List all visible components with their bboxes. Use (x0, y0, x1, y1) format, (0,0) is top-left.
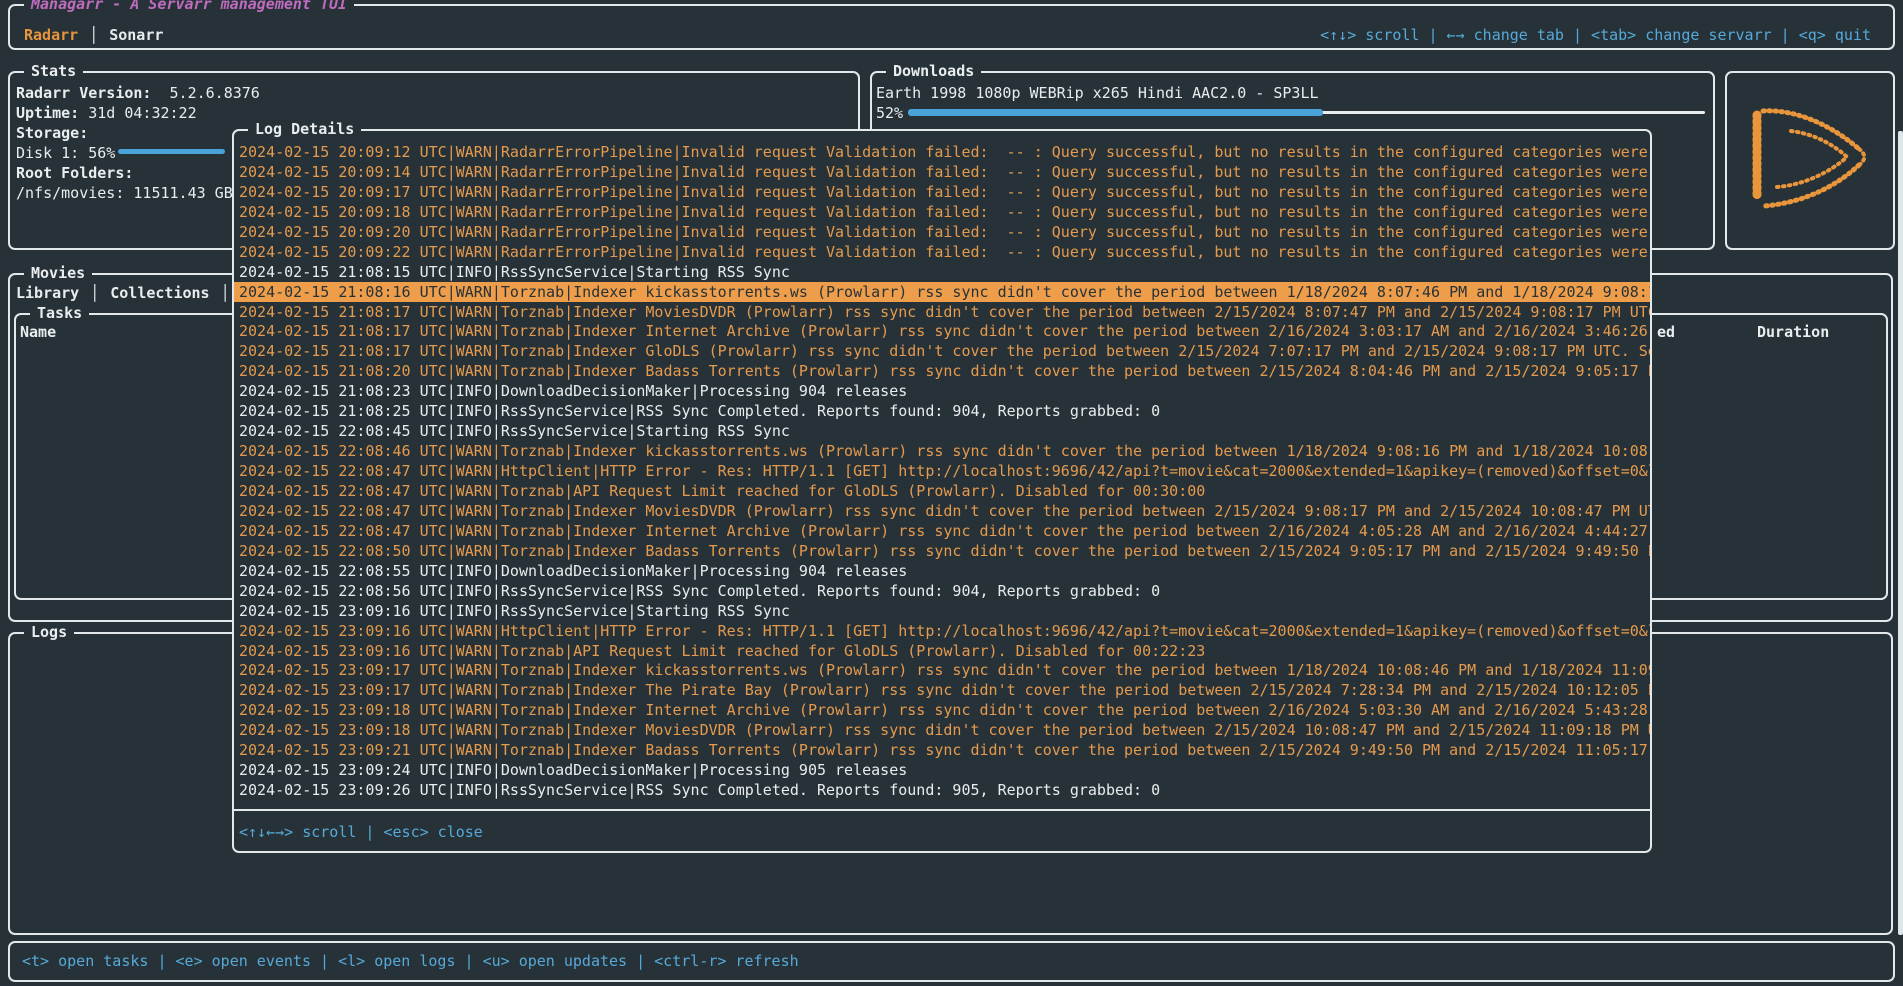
disk-usage-progress-bar (118, 149, 225, 154)
titlebar-keybindings: <↑↓> scroll | ←→ change tab | <tab> chan… (1320, 25, 1871, 45)
log-detail-line[interactable]: 2024-02-15 23:09:18 UTC|WARN|Torznab|Ind… (234, 700, 1650, 720)
tasks-clipped-column-header: ed (1657, 322, 1675, 342)
downloads-panel-title: Downloads (886, 61, 981, 81)
log-detail-line[interactable]: 2024-02-15 21:08:15 UTC|INFO|RssSyncServ… (234, 262, 1650, 282)
log-detail-line[interactable]: 2024-02-15 21:08:20 UTC|WARN|Torznab|Ind… (234, 361, 1650, 381)
download-progress-fill (908, 109, 1323, 116)
stats-root-folder-line: /nfs/movies: 11511.43 GB (16, 183, 233, 203)
log-detail-line[interactable]: 2024-02-15 23:09:16 UTC|WARN|Torznab|API… (234, 641, 1650, 661)
stats-version-value: 5.2.6.8376 (151, 84, 259, 102)
tasks-panel-title: Tasks (30, 303, 89, 323)
bottom-bar: <t> open tasks | <e> open events | <l> o… (8, 941, 1895, 982)
vertical-scrollbar[interactable] (1898, 131, 1903, 935)
stats-uptime-value: 31d 04:32:22 (79, 104, 196, 122)
log-detail-line[interactable]: 2024-02-15 22:08:46 UTC|WARN|Torznab|Ind… (234, 441, 1650, 461)
modal-footer-divider (234, 809, 1650, 811)
log-detail-line[interactable]: 2024-02-15 20:09:18 UTC|WARN|RadarrError… (234, 202, 1650, 222)
log-detail-line[interactable]: 2024-02-15 21:08:23 UTC|INFO|DownloadDec… (234, 381, 1650, 401)
stats-panel-title: Stats (24, 61, 83, 81)
modal-keybindings: <↑↓←→> scroll | <esc> close (239, 822, 483, 842)
movies-panel-title: Movies (24, 263, 92, 283)
log-detail-line[interactable]: 2024-02-15 23:09:21 UTC|WARN|Torznab|Ind… (234, 740, 1650, 760)
tab-separator: │ (78, 25, 109, 45)
tasks-duration-column-header: Duration (1757, 322, 1829, 342)
tasks-name-column-header: Name (20, 322, 56, 342)
log-detail-line[interactable]: 2024-02-15 21:08:16 UTC|WARN|Torznab|Ind… (234, 282, 1650, 302)
radarr-dotted-play-logo-icon (1735, 101, 1885, 219)
logo-panel (1725, 71, 1895, 250)
log-detail-line[interactable]: 2024-02-15 22:08:50 UTC|WARN|Torznab|Ind… (234, 541, 1650, 561)
log-detail-line[interactable]: 2024-02-15 21:08:25 UTC|INFO|RssSyncServ… (234, 401, 1650, 421)
log-detail-line[interactable]: 2024-02-15 23:09:26 UTC|INFO|RssSyncServ… (234, 780, 1650, 800)
app-title: Managarr - A Servarr management TUI (24, 0, 354, 14)
log-detail-line[interactable]: 2024-02-15 22:08:47 UTC|WARN|Torznab|Ind… (234, 521, 1650, 541)
log-detail-line[interactable]: 2024-02-15 23:09:17 UTC|WARN|Torznab|Ind… (234, 680, 1650, 700)
log-line[interactable]: 2024-02-15 23:09:26 UTC|INFO|RssSyncServ… (10, 883, 1889, 903)
tab-library[interactable]: Library (16, 283, 79, 303)
movies-tab-separator: │ (79, 283, 110, 303)
log-detail-line[interactable]: 2024-02-15 20:09:14 UTC|WARN|RadarrError… (234, 162, 1650, 182)
managarr-tui-screen: Managarr - A Servarr management TUI Rada… (0, 0, 1903, 986)
tab-radarr[interactable]: Radarr (24, 25, 78, 45)
log-detail-line[interactable]: 2024-02-15 22:08:45 UTC|INFO|RssSyncServ… (234, 421, 1650, 441)
log-detail-line[interactable]: 2024-02-15 21:08:17 UTC|WARN|Torznab|Ind… (234, 341, 1650, 361)
download-progress-bar (908, 109, 1705, 116)
log-detail-line[interactable]: 2024-02-15 21:08:17 UTC|WARN|Torznab|Ind… (234, 321, 1650, 341)
log-detail-line[interactable]: 2024-02-15 23:09:16 UTC|WARN|HttpClient|… (234, 621, 1650, 641)
title-bar: Managarr - A Servarr management TUI Rada… (8, 4, 1895, 50)
log-details-title: Log Details (248, 119, 361, 139)
log-detail-line[interactable]: 2024-02-15 22:08:47 UTC|WARN|Torznab|Ind… (234, 501, 1650, 521)
stats-uptime: Uptime: 31d 04:32:22 (16, 103, 197, 123)
stats-root-folders-label: Root Folders: (16, 163, 133, 183)
log-detail-line[interactable]: 2024-02-15 22:08:56 UTC|INFO|RssSyncServ… (234, 581, 1650, 601)
log-detail-line[interactable]: 2024-02-15 20:09:12 UTC|WARN|RadarrError… (234, 142, 1650, 162)
log-detail-line[interactable]: 2024-02-15 23:09:24 UTC|INFO|DownloadDec… (234, 760, 1650, 780)
log-details-modal: Log Details 2024-02-15 20:09:12 UTC|WARN… (232, 129, 1652, 853)
stats-disk-line: Disk 1: 56% (16, 143, 115, 163)
log-detail-line[interactable]: 2024-02-15 20:09:17 UTC|WARN|RadarrError… (234, 182, 1650, 202)
bottom-bar-keybindings: <t> open tasks | <e> open events | <l> o… (22, 951, 799, 971)
stats-version: Radarr Version: 5.2.6.8376 (16, 83, 260, 103)
logs-panel-title: Logs (24, 622, 74, 642)
movies-tabs: Library │ Collections │ (16, 283, 241, 303)
log-detail-line[interactable]: 2024-02-15 21:08:17 UTC|WARN|Torznab|Ind… (234, 302, 1650, 322)
tab-collections[interactable]: Collections (110, 283, 209, 303)
log-detail-line[interactable]: 2024-02-15 23:09:16 UTC|INFO|RssSyncServ… (234, 601, 1650, 621)
log-detail-line[interactable]: 2024-02-15 22:08:55 UTC|INFO|DownloadDec… (234, 561, 1650, 581)
log-line[interactable]: 2024-02-15 23:09:24 UTC|INFO|DownloadDec… (10, 863, 1889, 883)
download-item-title: Earth 1998 1080p WEBRip x265 Hindi AAC2.… (876, 83, 1696, 103)
log-detail-line[interactable]: 2024-02-15 23:09:18 UTC|WARN|Torznab|Ind… (234, 720, 1650, 740)
stats-version-label: Radarr Version: (16, 84, 151, 102)
stats-uptime-label: Uptime: (16, 104, 79, 122)
log-detail-line[interactable]: 2024-02-15 20:09:22 UTC|WARN|RadarrError… (234, 242, 1650, 262)
log-detail-line[interactable]: 2024-02-15 22:08:47 UTC|WARN|HttpClient|… (234, 461, 1650, 481)
log-detail-line[interactable]: 2024-02-15 23:09:17 UTC|WARN|Torznab|Ind… (234, 660, 1650, 680)
log-detail-line[interactable]: 2024-02-15 20:09:20 UTC|WARN|RadarrError… (234, 222, 1650, 242)
log-detail-line[interactable]: 2024-02-15 22:08:47 UTC|WARN|Torznab|API… (234, 481, 1650, 501)
stats-storage-label: Storage: (16, 123, 88, 143)
servarr-tabs: Radarr │ Sonarr (24, 25, 163, 45)
tab-sonarr[interactable]: Sonarr (109, 25, 163, 45)
